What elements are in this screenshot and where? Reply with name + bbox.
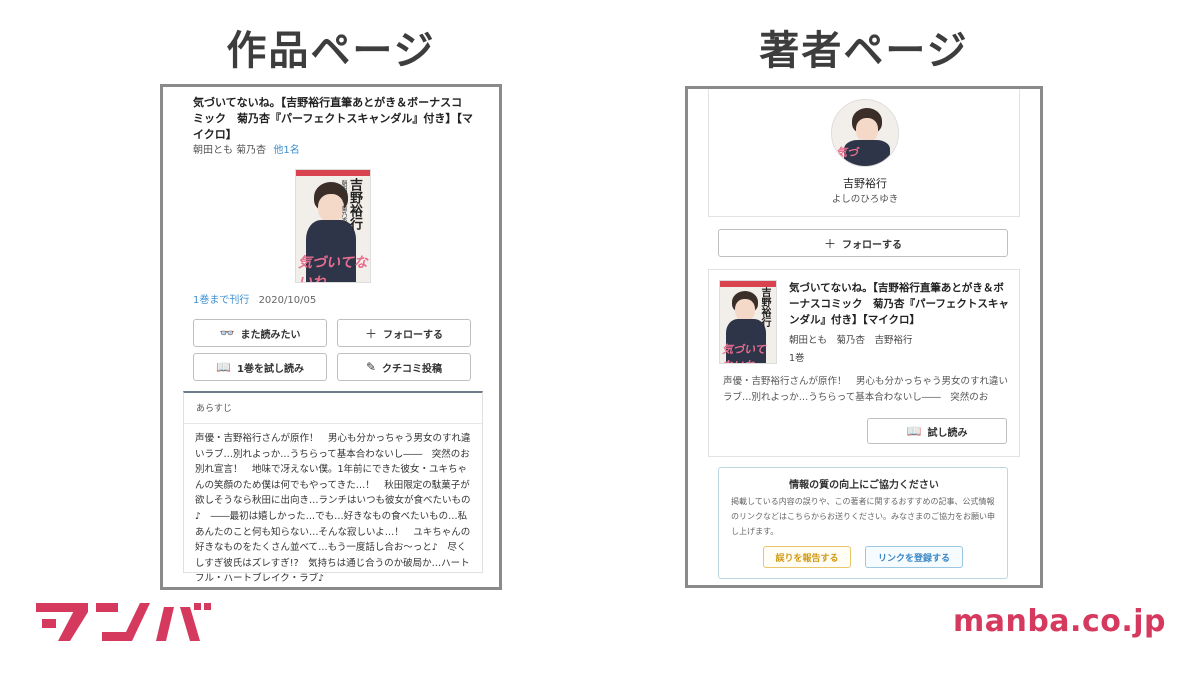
synopsis-panel: あらすじ 声優・吉野裕行さんが原作！ 男心も分かっちゃう男女のすれ違いラブ…別れ… [183, 391, 483, 584]
follow-author-button[interactable]: ＋ フォローする [718, 229, 1008, 257]
report-error-button[interactable]: 誤りを報告する [763, 546, 851, 568]
author-page-heading: 著者ページ [759, 28, 969, 74]
book-authors: 朝田とも 菊乃杏 吉野裕行 [789, 335, 913, 346]
author-profile-card: 気づ 吉野裕行 よしのひろゆき [708, 89, 1020, 217]
trial-read-label: 試し読み [927, 427, 968, 439]
work-author-names[interactable]: 朝田とも 菊乃杏 [193, 145, 266, 156]
synopsis-text: 声優・吉野裕行さんが原作！ 男心も分かっちゃう男女のすれ違いラブ…別れよっか…う… [195, 433, 471, 585]
thumbnail-tagline: 気づいてないね [722, 343, 766, 363]
work-title: 気づいてないね。【吉野裕行直筆あとがき＆ボーナスコミック 菊乃杏『パーフェクトス… [193, 96, 473, 141]
register-link-button[interactable]: リンクを登録する [865, 546, 963, 568]
post-review-label: クチコミ投稿 [382, 363, 443, 375]
trial-read-label: 1巻を試し読み [236, 363, 304, 375]
cover-subtitle: 朝田とも 菊乃杏 [340, 180, 347, 224]
info-text: 掲載している内容の誤りや、この著者に関するおすすめの記事、公式情報のリンクなどは… [731, 497, 995, 536]
follow-button[interactable]: ＋ フォローする [337, 319, 471, 347]
release-volume-link[interactable]: 1巻まで刊行 [193, 295, 249, 306]
work-page-screenshot: 気づいてないね。【吉野裕行直筆あとがき＆ボーナスコミック 菊乃杏『パーフェクトス… [160, 84, 502, 590]
work-page-heading: 作品ページ [226, 28, 436, 74]
plus-icon: ＋ [823, 236, 836, 251]
book-cover-image[interactable]: 吉野裕行 朝田とも 菊乃杏 気づいてないね [295, 169, 371, 283]
post-review-button[interactable]: ✎ クチコミ投稿 [337, 353, 471, 381]
author-name: 吉野裕行 [843, 177, 887, 190]
want-to-read-button[interactable]: 👓 また読みたい [193, 319, 327, 347]
cover-tagline: 気づいてないね [298, 255, 368, 283]
plus-icon: ＋ [364, 326, 377, 341]
info-title: 情報の質の向上にご協力ください [789, 480, 939, 491]
trial-read-button[interactable]: 📖 1巻を試し読み [193, 353, 327, 381]
book-cover-thumbnail[interactable]: 吉野裕行 気づいてないね [719, 280, 777, 364]
divider [184, 423, 482, 424]
book-volume-count: 1巻 [789, 353, 805, 364]
author-avatar: 気づ [831, 99, 899, 167]
release-info: 1巻まで刊行 2020/10/05 [193, 291, 316, 306]
follow-author-label: フォローする [842, 239, 902, 251]
glasses-icon: 👓 [219, 326, 235, 340]
want-to-read-label: また読みたい [240, 329, 301, 341]
site-url: manba.co.jp [952, 604, 1166, 639]
thumbnail-title: 吉野裕行 [759, 287, 770, 327]
work-authors: 朝田とも 菊乃杏 他1名 [193, 141, 300, 156]
book-icon: 📖 [906, 424, 922, 438]
book-description: 声優・吉野裕行さんが原作！ 男心も分かっちゃう男女のすれ違いラブ…別れよっか…う… [723, 376, 1009, 403]
pencil-icon: ✎ [365, 360, 377, 374]
info-feedback-box: 情報の質の向上にご協力ください 掲載している内容の誤りや、この著者に関するおすす… [718, 467, 1008, 579]
book-title[interactable]: 気づいてないね。【吉野裕行直筆あとがき＆ボーナスコミック 菊乃杏『パーフェクトス… [789, 280, 1011, 328]
book-icon: 📖 [216, 360, 231, 374]
trial-read-button[interactable]: 📖 試し読み [867, 418, 1007, 444]
follow-label: フォローする [383, 329, 443, 341]
synopsis-label: あらすじ [196, 404, 232, 414]
author-book-card[interactable]: 吉野裕行 気づいてないね 気づいてないね。【吉野裕行直筆あとがき＆ボーナスコミッ… [708, 269, 1020, 457]
author-name-kana: よしのひろゆき [831, 194, 899, 205]
work-authors-more-link[interactable]: 他1名 [273, 145, 299, 156]
manba-logo [36, 603, 211, 641]
release-date: 2020/10/05 [258, 295, 317, 306]
author-page-screenshot: 気づ 吉野裕行 よしのひろゆき ＋ フォローする 吉野裕行 気づいてないね 気づ… [685, 86, 1043, 588]
